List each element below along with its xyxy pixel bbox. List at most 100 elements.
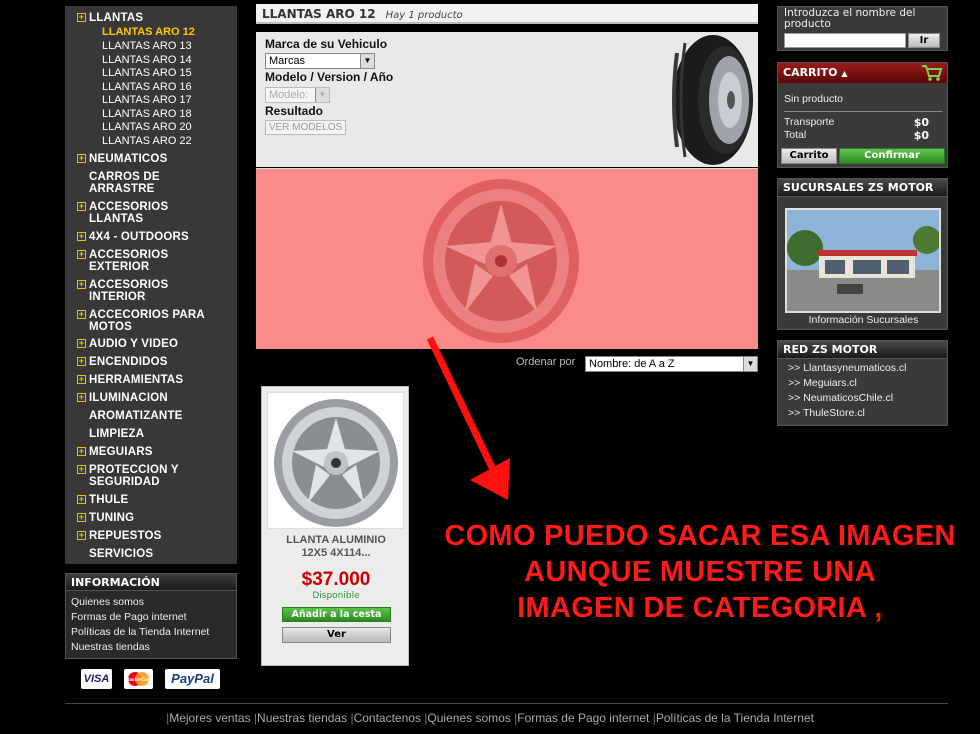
plus-icon[interactable]: +: [77, 232, 86, 241]
info-title: INFORMACIÓN: [66, 574, 236, 591]
category-image: [256, 168, 758, 349]
plus-icon[interactable]: +: [77, 154, 86, 163]
subcategory-aro-22[interactable]: LLANTAS ARO 22: [102, 135, 192, 147]
double-chevron-icon: >>: [788, 407, 801, 419]
category-accesorios-motos[interactable]: + ACCECORIOS PARA MOTOS: [77, 309, 237, 333]
product-image[interactable]: [267, 392, 404, 529]
product-name[interactable]: LLANTA ALUMINIO 12X5 4X114...: [262, 534, 410, 560]
vehicle-search-panel: Marca de su Vehiculo Marcas ▼ Modelo / Ve…: [256, 32, 758, 167]
info-link-quienes-somos[interactable]: Quienes somos: [71, 596, 144, 608]
subcategory-aro-13[interactable]: LLANTAS ARO 13: [102, 40, 192, 52]
chevron-down-icon: ▼: [360, 54, 374, 68]
plus-icon[interactable]: +: [77, 513, 86, 522]
plus-icon[interactable]: +: [77, 310, 86, 319]
network-link-neumaticoschile[interactable]: >> NeumaticosChile.cl: [788, 392, 893, 404]
category-proteccion-seguridad[interactable]: + PROTECCION Y SEGURIDAD: [77, 464, 237, 488]
search-button[interactable]: Ir: [908, 33, 940, 48]
cart-empty-text: Sin producto: [784, 93, 843, 105]
plus-icon[interactable]: +: [77, 495, 86, 504]
info-link-politicas[interactable]: Políticas de la Tienda Internet: [71, 626, 209, 638]
wheel-image: [423, 179, 579, 343]
view-models-button[interactable]: VER MODELOS: [265, 120, 346, 135]
category-4x4-outdoors[interactable]: +4X4 - OUTDOORS: [77, 231, 237, 243]
branches-caption[interactable]: Información Sucursales: [778, 314, 949, 326]
footer-link-nuestras-tiendas[interactable]: Nuestras tiendas: [257, 711, 347, 725]
subcategory-aro-20[interactable]: LLANTAS ARO 20: [102, 121, 192, 133]
plus-icon[interactable]: +: [77, 357, 86, 366]
category-encendidos[interactable]: + ENCENDIDOS: [77, 356, 237, 368]
cart-panel: CARRITO ▲ Sin producto Transporte $0 Tot…: [777, 62, 948, 168]
category-audio-y-video[interactable]: + AUDIO Y VIDEO: [77, 338, 237, 350]
category-llantas[interactable]: + LLANTAS: [77, 12, 237, 24]
subcategory-aro-12[interactable]: LLANTAS ARO 12: [102, 26, 195, 38]
footer-link-formas-pago[interactable]: Formas de Pago internet: [517, 711, 649, 725]
category-neumaticos[interactable]: + NEUMATICOS: [77, 153, 237, 165]
footer-link-quienes-somos[interactable]: Quienes somos: [427, 711, 510, 725]
category-accesorios-exterior[interactable]: + ACCESORIOS EXTERIOR: [77, 249, 237, 273]
plus-icon[interactable]: +: [77, 13, 86, 22]
network-title: RED ZS MOTOR: [778, 341, 947, 359]
brand-select[interactable]: Marcas ▼: [265, 53, 375, 69]
sort-select[interactable]: Nombre: de A a Z ▼: [585, 356, 758, 372]
category-aromatizante[interactable]: AROMATIZANTE: [77, 410, 237, 422]
branch-photo[interactable]: [785, 208, 941, 313]
add-to-cart-button[interactable]: Añadir a la cesta: [282, 607, 391, 622]
info-link-nuestras-tiendas[interactable]: Nuestras tiendas: [71, 641, 150, 653]
footer-link-politicas[interactable]: Políticas de la Tienda Internet: [656, 711, 814, 725]
plus-icon[interactable]: +: [77, 339, 86, 348]
total-label: Total: [784, 129, 807, 141]
subcategory-aro-14[interactable]: LLANTAS ARO 14: [102, 54, 192, 66]
info-link-formas-pago[interactable]: Formas de Pago internet: [71, 611, 187, 623]
confirm-button[interactable]: Confirmar: [839, 148, 945, 164]
plus-icon[interactable]: +: [77, 531, 86, 540]
model-select[interactable]: Modelo: ▼: [265, 87, 330, 103]
branches-panel: SUCURSALES ZS MOTOR Información Sucursal…: [777, 178, 948, 330]
subcategory-aro-17[interactable]: LLANTAS ARO 17: [102, 94, 192, 106]
category-repuestos[interactable]: + REPUESTOS: [77, 530, 237, 542]
product-card[interactable]: LLANTA ALUMINIO 12X5 4X114... $37.000 Dis…: [261, 386, 409, 666]
category-header: LLANTAS ARO 12 Hay 1 producto: [256, 4, 758, 24]
wheel-image: [274, 399, 398, 527]
shipping-label: Transporte: [784, 116, 835, 128]
category-tuning[interactable]: + TUNING: [77, 512, 237, 524]
chevron-down-icon: ▼: [315, 88, 329, 102]
footer-divider: [65, 703, 948, 704]
product-price: $37.000: [301, 569, 371, 590]
network-link-thulestore[interactable]: >> ThuleStore.cl: [788, 407, 865, 419]
cart-divider: [784, 111, 942, 112]
plus-icon[interactable]: +: [77, 375, 86, 384]
subcategory-aro-18[interactable]: LLANTAS ARO 18: [102, 108, 192, 120]
total-value: $0: [913, 129, 929, 142]
category-servicios[interactable]: SERVICIOS: [77, 548, 237, 560]
subcategory-aro-15[interactable]: LLANTAS ARO 15: [102, 67, 192, 79]
plus-icon[interactable]: +: [77, 393, 86, 402]
model-label: Modelo / Version / Año: [265, 70, 394, 84]
plus-icon[interactable]: +: [77, 202, 86, 211]
plus-icon[interactable]: +: [77, 465, 86, 474]
search-label: Introduzca el nombre del producto: [784, 7, 916, 30]
category-accesorios-interior[interactable]: + ACCESORIOS INTERIOR: [77, 279, 237, 303]
view-product-button[interactable]: Ver: [282, 627, 391, 643]
category-iluminacion[interactable]: + ILUMINACION: [77, 392, 237, 404]
search-input[interactable]: [784, 33, 906, 48]
category-meguiars[interactable]: + MEGUIARS: [77, 446, 237, 458]
network-link-llantasyneumaticos[interactable]: >> Llantasyneumaticos.cl: [788, 362, 907, 374]
caret-up-icon: ▲: [841, 69, 848, 78]
footer-link-contactenos[interactable]: Contactenos: [354, 711, 421, 725]
result-label: Resultado: [265, 104, 324, 118]
category-accesorios-llantas[interactable]: + ACCESORIOS LLANTAS: [77, 201, 237, 225]
plus-icon[interactable]: +: [77, 447, 86, 456]
subcategory-aro-16[interactable]: LLANTAS ARO 16: [102, 81, 192, 93]
double-chevron-icon: >>: [788, 377, 801, 389]
category-thule[interactable]: + THULE: [77, 494, 237, 506]
network-link-meguiars[interactable]: >> Meguiars.cl: [788, 377, 857, 389]
plus-icon[interactable]: +: [77, 250, 86, 259]
red-arrow-icon: [426, 336, 510, 500]
category-herramientas[interactable]: + HERRAMIENTAS: [77, 374, 237, 386]
footer-link-mejores-ventas[interactable]: Mejores ventas: [169, 711, 250, 725]
sort-label: Ordenar por: [516, 356, 576, 368]
category-carros-de-arrastre[interactable]: CARROS DE ARRASTRE: [77, 171, 237, 195]
cart-button[interactable]: Carrito: [781, 148, 837, 164]
category-limpieza[interactable]: LIMPIEZA: [77, 428, 237, 440]
plus-icon[interactable]: +: [77, 280, 86, 289]
